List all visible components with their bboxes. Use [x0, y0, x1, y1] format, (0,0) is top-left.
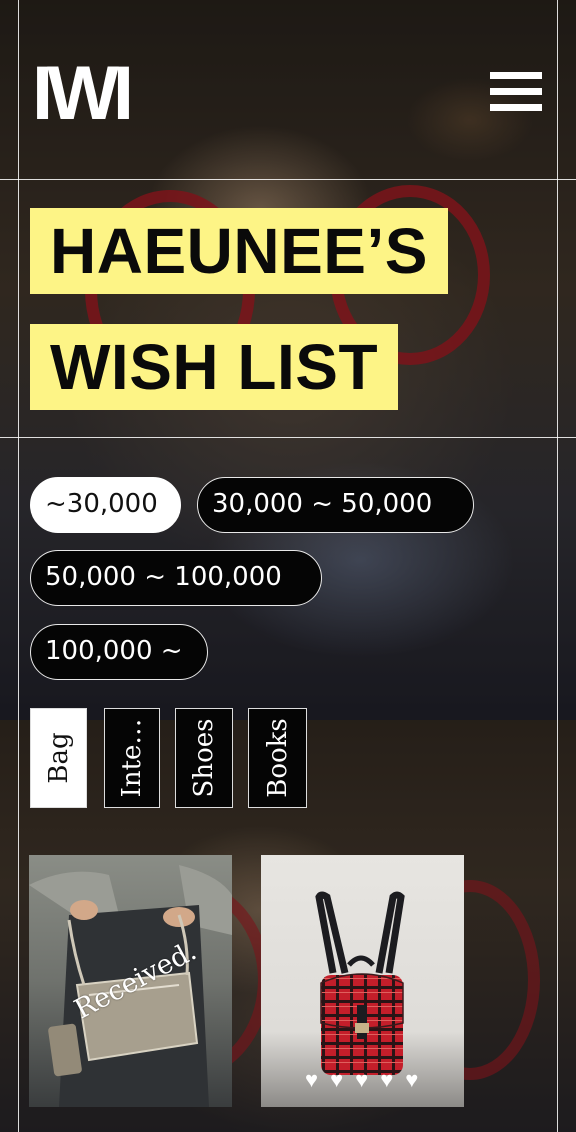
- tab-bag[interactable]: Bag: [30, 708, 87, 808]
- tab-shoes[interactable]: Shoes: [175, 708, 233, 808]
- heart-icon[interactable]: ♥: [380, 1069, 393, 1091]
- price-filter-30000-50000[interactable]: 30,000 ~ 50,000: [197, 477, 474, 533]
- title-line-1: HAEUNEE’S: [30, 208, 448, 294]
- hamburger-menu-icon[interactable]: [490, 72, 544, 114]
- tab-interior[interactable]: Inte…: [104, 708, 160, 808]
- heart-icon[interactable]: ♥: [405, 1069, 418, 1091]
- page-header: IWI: [0, 0, 576, 179]
- grid-line-title: [0, 437, 576, 438]
- tab-label: Bag: [43, 732, 74, 784]
- price-filter-over-100000[interactable]: 100,000 ~: [30, 624, 208, 680]
- price-filter-50000-100000[interactable]: 50,000 ~ 100,000: [30, 550, 322, 606]
- tab-label: Inte…: [117, 718, 147, 798]
- grid-line-header: [0, 179, 576, 180]
- heart-icon[interactable]: ♥: [330, 1069, 343, 1091]
- title-line-2: WISH LIST: [30, 324, 399, 410]
- price-filter-under-30000[interactable]: ~30,000: [30, 477, 181, 533]
- rating-hearts: ♥ ♥ ♥ ♥ ♥: [305, 1069, 418, 1091]
- site-logo[interactable]: IWI: [32, 56, 134, 132]
- tab-label: Shoes: [189, 718, 219, 798]
- product-card[interactable]: Received.: [29, 855, 232, 1107]
- tab-label: Books: [262, 718, 293, 798]
- product-card[interactable]: ♥ ♥ ♥ ♥ ♥: [261, 855, 464, 1107]
- heart-icon[interactable]: ♥: [355, 1069, 368, 1091]
- heart-icon[interactable]: ♥: [305, 1069, 318, 1091]
- tab-books[interactable]: Books: [248, 708, 307, 808]
